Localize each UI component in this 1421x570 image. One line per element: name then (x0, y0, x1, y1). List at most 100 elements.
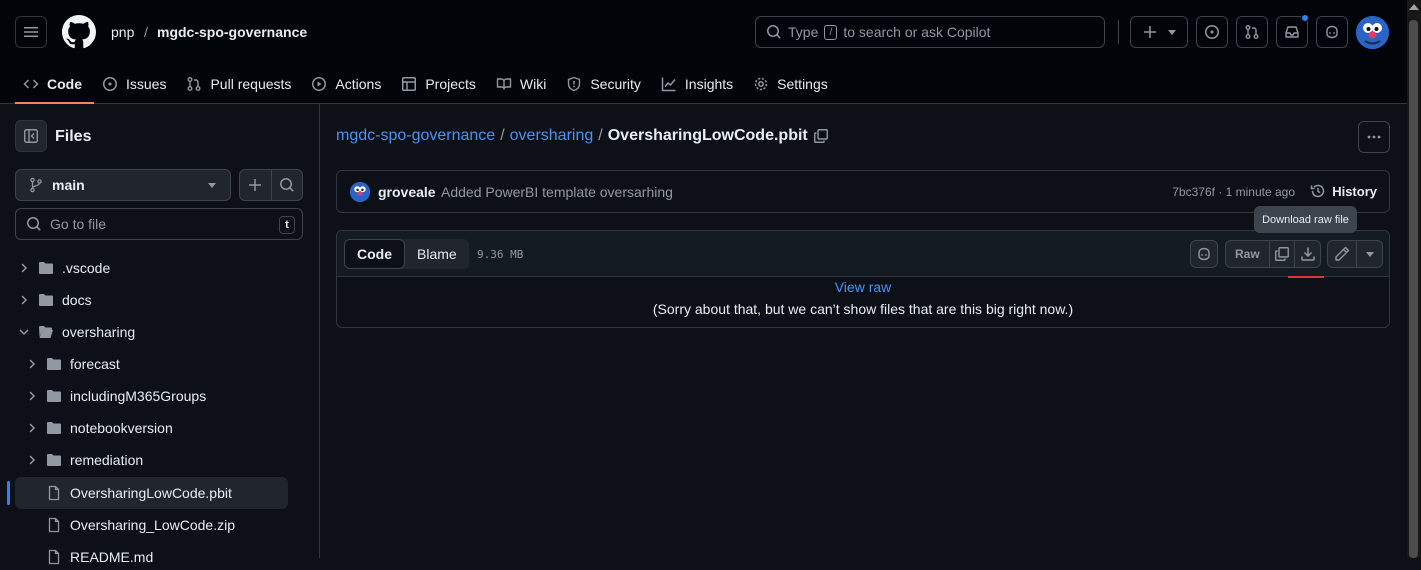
sidebar-collapse-icon (24, 129, 38, 143)
commit-author[interactable]: groveale (378, 184, 436, 200)
tree-folder-remediation[interactable]: remediation (26, 447, 143, 473)
go-to-file-input[interactable]: Go to file t (15, 208, 303, 240)
copilot-icon (1198, 247, 1210, 261)
search-files-button[interactable] (272, 170, 303, 200)
breadcrumb-current-file: OversharingLowCode.pbit (607, 127, 808, 144)
tree-file-oversharinglowcode-pbit[interactable]: OversharingLowCode.pbit (46, 480, 232, 506)
breadcrumb-repo-link[interactable]: mgdc-spo-governance (336, 127, 495, 145)
raw-button[interactable]: Raw (1226, 241, 1269, 267)
copy-path-icon[interactable] (813, 128, 829, 144)
tab-code[interactable]: Code (15, 64, 94, 104)
menu-button[interactable] (15, 16, 47, 48)
tree-file-oversharing-lowcode-zip[interactable]: Oversharing_LowCode.zip (46, 512, 235, 538)
raw-actions-group: Raw (1225, 240, 1321, 268)
tab-issues[interactable]: Issues (94, 64, 178, 104)
user-avatar[interactable] (1356, 16, 1389, 49)
tree-item-label: oversharing (62, 324, 136, 340)
search-icon (279, 178, 294, 192)
breadcrumb-folder-link[interactable]: oversharing (510, 127, 594, 145)
commit-sha-time[interactable]: 7bc376f · 1 minute ago (1172, 185, 1295, 199)
tree-folder-forecast[interactable]: forecast (26, 351, 120, 377)
tree-folder-docs[interactable]: docs (18, 287, 92, 313)
tree-file-readme-md[interactable]: README.md (46, 544, 153, 570)
sidebar-title: Files (55, 128, 92, 145)
chevron-down-icon (1168, 29, 1176, 35)
header-divider (1118, 20, 1119, 44)
git-branch-icon (30, 177, 42, 193)
branch-selector[interactable]: main (15, 169, 231, 201)
tab-settings-label: Settings (777, 76, 828, 92)
tree-folder-includingm365groups[interactable]: includingM365Groups (26, 383, 206, 409)
tab-settings[interactable]: Settings (745, 64, 840, 104)
edit-options-dropdown[interactable] (1356, 241, 1382, 267)
file-icon (48, 517, 60, 533)
add-file-button[interactable] (240, 170, 272, 200)
copy-raw-button[interactable] (1268, 241, 1295, 267)
tab-wiki-label: Wiki (519, 76, 547, 92)
tab-insights[interactable]: Insights (653, 64, 745, 104)
folder-icon (39, 294, 53, 306)
edit-file-button[interactable] (1328, 241, 1356, 267)
tab-wiki[interactable]: Wiki (488, 64, 558, 104)
more-options-button[interactable] (1358, 121, 1390, 153)
commit-author-avatar[interactable] (350, 182, 370, 202)
code-view-button[interactable]: Code (344, 239, 405, 269)
tree-item-label: notebookversion (70, 420, 173, 436)
tree-folder-vscode[interactable]: .vscode (18, 255, 110, 281)
go-to-file-shortcut: t (279, 216, 295, 234)
tab-projects[interactable]: Projects (393, 64, 488, 104)
chevron-right-icon (26, 358, 38, 370)
book-icon (496, 78, 512, 90)
owner-link[interactable]: pnp (111, 24, 134, 40)
table-icon (402, 77, 417, 91)
file-viewer-header: Code Blame 9.36 MB Raw (337, 231, 1389, 277)
search-shortcut-key: / (824, 24, 838, 40)
pencil-icon (1335, 246, 1350, 261)
scrollbar-thumb[interactable] (1409, 20, 1418, 558)
search-icon (767, 25, 781, 39)
tree-folder-oversharing[interactable]: oversharing (18, 319, 135, 345)
copilot-ask-button[interactable] (1190, 240, 1218, 268)
notification-dot (1301, 14, 1309, 22)
download-raw-button[interactable] (1294, 241, 1320, 267)
grover-avatar-icon (350, 182, 370, 202)
collapse-sidebar-button[interactable] (15, 120, 47, 152)
tree-folder-notebookversion[interactable]: notebookversion (26, 415, 173, 441)
history-button[interactable]: History (1310, 183, 1377, 199)
blame-view-button[interactable]: Blame (405, 239, 469, 269)
branch-name: main (52, 177, 85, 193)
breadcrumb-separator: / (598, 127, 603, 144)
github-logo-icon[interactable] (62, 15, 96, 49)
issues-button[interactable] (1196, 16, 1228, 48)
breadcrumb-separator: / (500, 127, 505, 144)
tab-security[interactable]: Security (558, 64, 653, 104)
file-too-big-message: (Sorry about that, but we can’t show fil… (652, 301, 1074, 317)
tree-item-label: Oversharing_LowCode.zip (70, 517, 235, 533)
chevron-down-icon (18, 326, 30, 338)
play-icon (312, 77, 327, 91)
tab-projects-label: Projects (425, 76, 476, 92)
repo-link[interactable]: mgdc-spo-governance (157, 24, 307, 40)
folder-icon (39, 262, 53, 274)
pull-requests-button[interactable] (1236, 16, 1268, 48)
repo-nav-tabs: Code Issues Pull requests Actions Projec… (15, 64, 840, 104)
create-new-button[interactable] (1130, 16, 1188, 48)
search-suffix: to search or ask Copilot (843, 24, 991, 40)
view-raw-link[interactable]: View raw (337, 279, 1389, 295)
inbox-icon (1285, 26, 1299, 38)
copilot-button[interactable] (1316, 16, 1348, 48)
git-pull-request-icon (1245, 25, 1259, 39)
issue-icon (103, 77, 117, 91)
history-icon (1310, 184, 1325, 198)
download-icon (1300, 247, 1315, 261)
scroll-up-arrow-icon[interactable] (1409, 4, 1419, 10)
commit-message[interactable]: Added PowerBI template oversarhing (441, 184, 673, 200)
file-icon (48, 485, 60, 501)
tree-item-label: remediation (70, 452, 144, 468)
tree-item-label: docs (62, 292, 92, 308)
search-input[interactable]: Type / to search or ask Copilot (755, 16, 1105, 48)
tab-pull-requests[interactable]: Pull requests (178, 64, 303, 104)
copilot-icon (1326, 25, 1338, 39)
code-icon (23, 79, 39, 89)
tab-actions[interactable]: Actions (303, 64, 393, 104)
